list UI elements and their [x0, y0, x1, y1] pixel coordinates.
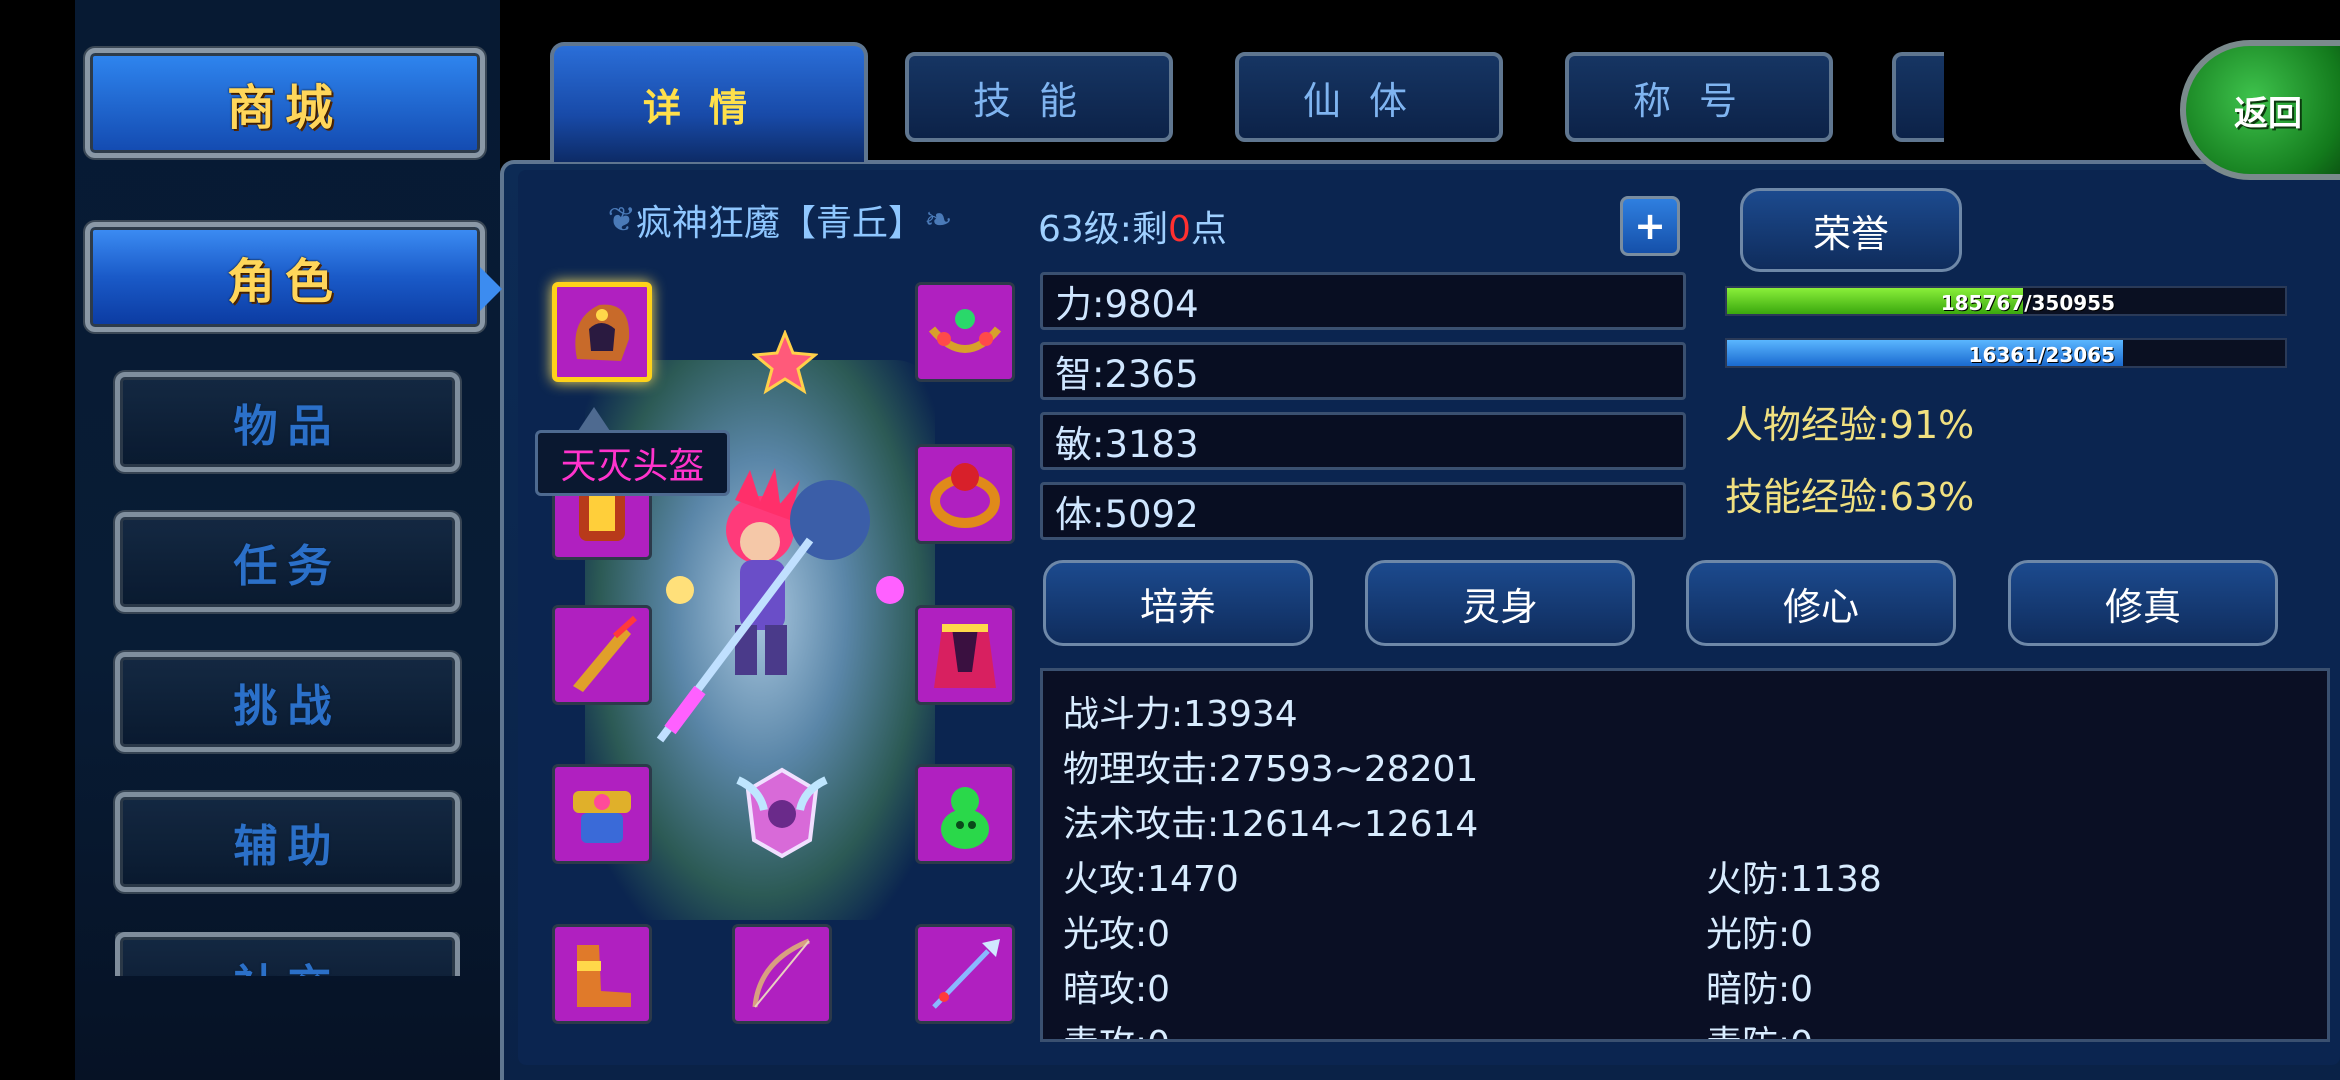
gourd-icon — [941, 787, 989, 849]
star-icon[interactable] — [752, 330, 818, 396]
add-points-button[interactable]: + — [1620, 196, 1680, 256]
sidebar-social-button[interactable]: 社交 — [115, 932, 460, 976]
swirl-right-icon: ❧ — [924, 200, 953, 240]
cloak-slot[interactable] — [915, 605, 1015, 705]
ring-slot[interactable] — [915, 444, 1015, 544]
fire-defense: 火防:1138 — [1706, 859, 1882, 900]
role-label: 角色 — [226, 254, 343, 310]
character-exp-bar: 185767/350955 — [1725, 286, 2287, 316]
belt-icon — [573, 791, 631, 843]
return-button[interactable]: 返回 — [2180, 40, 2340, 180]
skill-exp-bar: 16361/23065 — [1725, 338, 2287, 368]
dark-attack: 暗攻:0 — [1063, 969, 1171, 1010]
points-suffix: 点 — [1190, 209, 1227, 250]
gourd-slot[interactable] — [915, 764, 1015, 864]
weapon-slot[interactable] — [552, 605, 652, 705]
character-exp-bar-text: 185767/350955 — [1940, 291, 2115, 315]
bow-slot[interactable] — [732, 924, 832, 1024]
boots-slot[interactable] — [552, 924, 652, 1024]
tab-details[interactable]: 详情 — [550, 42, 868, 162]
tab-titles[interactable]: 称号 — [1565, 52, 1833, 142]
sidebar-challenge-button[interactable]: 挑战 — [115, 652, 460, 752]
detail-stats-panel[interactable]: 战斗力:13934 物理攻击:27593~28201 法术攻击:12614~12… — [1040, 668, 2330, 1042]
skill-exp-text: 技能经验:63% — [1725, 475, 1975, 519]
sidebar-shop-button[interactable]: 商城 — [85, 48, 485, 158]
agility-stat: 敏:3183 — [1040, 412, 1686, 470]
character-exp-text: 人物经验:91% — [1725, 403, 1975, 447]
social-label: 社交 — [120, 937, 455, 976]
sidebar-items-button[interactable]: 物品 — [115, 372, 460, 472]
bow-icon — [752, 938, 810, 1008]
train-button[interactable]: 培养 — [1043, 560, 1313, 646]
emblem-icon — [736, 767, 828, 859]
strength-stat: 力:9804 — [1040, 272, 1686, 330]
blade-icon — [573, 615, 638, 692]
light-attack: 光攻:0 — [1063, 914, 1171, 955]
item-tooltip: 天灭头盔 — [535, 407, 730, 496]
sidebar-tasks-button[interactable]: 任务 — [115, 512, 460, 612]
poison-attack: 毒攻:0 — [1063, 1015, 1170, 1039]
dark-defense: 暗防:0 — [1706, 969, 1814, 1010]
tasks-label: 任务 — [233, 541, 342, 592]
remaining-points: 0 — [1167, 209, 1191, 250]
challenge-label: 挑战 — [233, 681, 342, 732]
constitution-stat: 体:5092 — [1040, 482, 1686, 540]
necklace-icon — [928, 309, 1002, 353]
helmet-slot[interactable] — [552, 282, 652, 382]
return-label: 返回 — [2234, 93, 2302, 134]
spirit-button[interactable]: 灵身 — [1365, 560, 1635, 646]
honor-button[interactable]: 荣誉 — [1740, 188, 1962, 272]
fire-attack: 火攻:1470 — [1063, 859, 1239, 900]
intelligence-stat: 智:2365 — [1040, 342, 1686, 400]
light-defense: 光防:0 — [1706, 914, 1814, 955]
belt-slot[interactable] — [552, 764, 652, 864]
items-label: 物品 — [233, 401, 342, 452]
spear-slot[interactable] — [915, 924, 1015, 1024]
mind-button[interactable]: 修心 — [1686, 560, 1956, 646]
tab-partial[interactable] — [1892, 52, 1944, 142]
truth-button[interactable]: 修真 — [2008, 560, 2278, 646]
magic-attack: 法术攻击:12614~12614 — [1063, 804, 1479, 845]
ring-icon — [930, 463, 1000, 528]
sidebar-social-clip: 社交 — [115, 932, 460, 976]
tab-skills[interactable]: 技能 — [905, 52, 1173, 142]
level-prefix: 63级:剩 — [1038, 209, 1168, 250]
helmet-icon — [575, 304, 630, 361]
combat-power: 战斗力:13934 — [1063, 694, 1298, 735]
character-figure — [656, 468, 904, 743]
character-name: 疯神狂魔【青丘】 — [635, 203, 924, 244]
character-name-banner: ❦ 疯神狂魔【青丘】 ❧ — [580, 190, 980, 250]
sidebar-role-button[interactable]: 角色 — [85, 222, 502, 332]
shop-label: 商城 — [226, 80, 343, 136]
swirl-left-icon: ❦ — [607, 200, 636, 240]
emblem-slot[interactable] — [730, 760, 834, 864]
cloak-icon — [934, 624, 996, 688]
sidebar-assist-button[interactable]: 辅助 — [115, 792, 460, 892]
physical-attack: 物理攻击:27593~28201 — [1063, 749, 1479, 790]
assist-label: 辅助 — [233, 821, 342, 872]
level-points-text: 63级:剩0点 — [1038, 200, 1227, 252]
spear-icon — [932, 939, 1000, 1009]
boots-icon — [577, 945, 631, 1007]
selected-arrow-icon — [480, 267, 502, 311]
necklace-slot[interactable] — [915, 282, 1015, 382]
tab-immortal[interactable]: 仙体 — [1235, 52, 1503, 142]
poison-defense: 毒防:0 — [1706, 1015, 1813, 1039]
skill-exp-bar-text: 16361/23065 — [1968, 343, 2115, 367]
plus-icon: + — [1634, 204, 1666, 248]
